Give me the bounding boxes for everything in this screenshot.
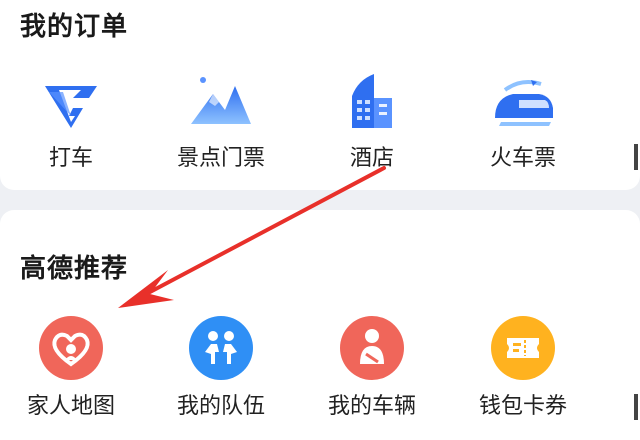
partial-glyph (634, 394, 638, 420)
family-heart-icon (39, 316, 103, 380)
order-item-label: 打车 (48, 146, 93, 171)
order-item-scenic-tickets[interactable]: 景点门票 (161, 72, 281, 172)
order-item-train-tickets[interactable]: 火车票 (463, 72, 583, 172)
order-item-taxi[interactable]: 打车 (11, 72, 131, 172)
order-item-label: 酒店 (349, 146, 394, 171)
ticket-icon (491, 316, 555, 380)
mountain-icon (191, 77, 251, 124)
recommend-item-family-map[interactable]: 家人地图 (11, 316, 131, 420)
order-item-label: 景点门票 (176, 146, 265, 171)
order-item-hotel[interactable]: 酒店 (312, 72, 432, 172)
driver-icon (340, 316, 404, 380)
recommend-item-label: 我的队伍 (176, 394, 265, 419)
recommend-item-my-vehicle[interactable]: 我的车辆 (312, 316, 432, 420)
hotel-building-icon (352, 74, 392, 128)
team-people-icon (189, 316, 253, 380)
recommend-item-label: 我的车辆 (327, 394, 416, 419)
recommend-item-partial[interactable] (634, 390, 640, 420)
order-item-label: 火车票 (489, 146, 556, 171)
recommend-item-label: 家人地图 (26, 394, 115, 419)
recommend-item-wallet-coupons[interactable]: 钱包卡券 (463, 316, 583, 420)
order-item-partial[interactable] (634, 140, 640, 170)
recommend-section-title: 高德推荐 (20, 254, 129, 284)
taxi-icon (45, 86, 97, 128)
partial-glyph (634, 144, 638, 170)
train-icon (495, 80, 553, 126)
recommend-item-label: 钱包卡券 (478, 394, 567, 419)
recommend-item-my-team[interactable]: 我的队伍 (161, 316, 281, 420)
orders-section-title: 我的订单 (20, 12, 129, 42)
